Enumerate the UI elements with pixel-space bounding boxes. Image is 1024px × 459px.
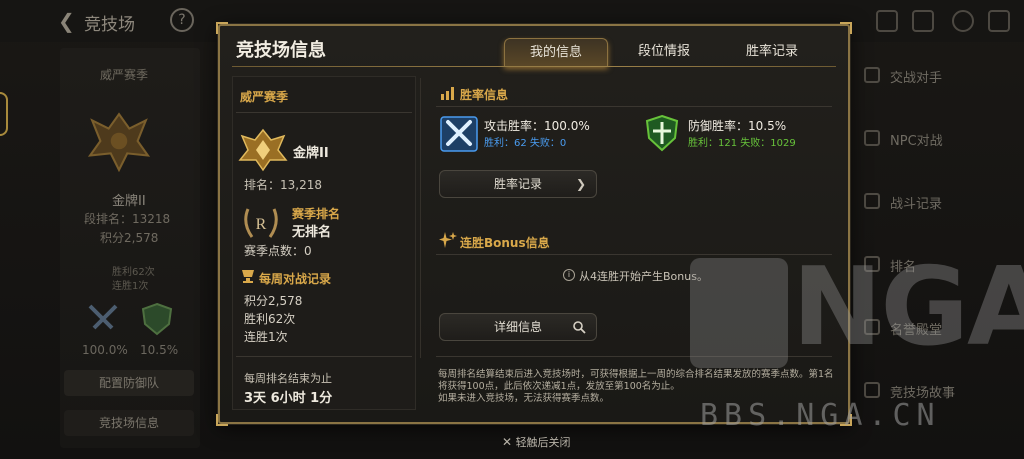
- weekly-score: 积分2,578: [244, 294, 303, 308]
- defense-win-rate: 防御胜率：10.5%: [688, 119, 787, 133]
- tab-tier-info[interactable]: 段位情报: [612, 38, 716, 66]
- tab-win-rate-record[interactable]: 胜率记录: [720, 38, 824, 66]
- chevron-right-icon: ❯: [575, 177, 586, 191]
- background-title: 竞技场: [84, 15, 135, 35]
- watermark-logo: NGA: [792, 245, 1024, 370]
- background-defense-rate: 10.5%: [140, 343, 179, 357]
- weekly-wins: 胜利62次: [244, 312, 296, 326]
- weekly-streak: 连胜1次: [244, 330, 288, 344]
- note-line: 每周排名结算结束后进入竞技场时，可获得根据上一周的综合排名结果发放的赛季点数。第…: [438, 369, 834, 392]
- background-tier: 金牌II: [112, 194, 146, 209]
- win-rate-record-button-label: 胜率记录: [493, 177, 542, 191]
- defense-win-loss: 胜利：121 失败：1029: [688, 138, 796, 149]
- season-points: 赛季点数：0: [244, 244, 312, 258]
- laurel-rank-icon: R: [244, 208, 278, 238]
- close-hint[interactable]: ✕ 轻触后关闭: [502, 434, 571, 450]
- tab-my-info[interactable]: 我的信息: [504, 38, 608, 66]
- modal-title: 竞技场信息: [236, 40, 326, 61]
- menu-item-opponents[interactable]: 交战对手: [890, 67, 942, 86]
- modal-corner-ornament: [216, 414, 228, 426]
- background-score: 积分2,578: [100, 231, 159, 245]
- bonus-title: 连胜Bonus信息: [460, 236, 550, 250]
- divider: [236, 356, 412, 357]
- detail-info-button[interactable]: 详细信息: [439, 313, 597, 341]
- arena-info-button[interactable]: 竞技场信息: [64, 410, 194, 436]
- help-icon[interactable]: ?: [170, 8, 194, 32]
- gold-tier-emblem-icon: [88, 112, 150, 172]
- panel-separator: [420, 78, 421, 358]
- background-streak: 连胜1次: [112, 281, 149, 292]
- modal-corner-ornament: [216, 22, 228, 34]
- win-rate-title: 胜率信息: [460, 88, 509, 102]
- detail-info-button-label: 详细信息: [493, 320, 542, 334]
- watermark-url: BBS.NGA.CN: [700, 398, 941, 433]
- season-rank-label: 赛季排名: [292, 207, 341, 221]
- menu-grid-icon[interactable]: [988, 10, 1010, 32]
- rank-value: 排名：13,218: [244, 178, 322, 192]
- background-attack-rate: 100.0%: [82, 343, 128, 357]
- header-divider: [232, 66, 836, 67]
- nga-paw-logo: [690, 258, 788, 368]
- weekly-record-title: 每周对战记录: [259, 272, 332, 286]
- bar-chart-icon: [441, 87, 454, 100]
- tier-name: 金牌II: [293, 146, 329, 161]
- menu-item-npc-battle[interactable]: NPC对战: [890, 130, 943, 149]
- bonus-note: 从4连胜开始产生Bonus。: [579, 270, 708, 283]
- sparkle-icon: [439, 232, 457, 248]
- background-season: 威严赛季: [100, 68, 149, 82]
- chat-icon[interactable]: [952, 10, 974, 32]
- divider: [236, 112, 412, 113]
- background-rank: 段排名：13218: [84, 212, 171, 226]
- season-rank-value: 无排名: [292, 225, 332, 240]
- weekly-end-countdown: 3天 6小时 1分: [244, 391, 333, 406]
- left-edge-tab[interactable]: [0, 92, 8, 136]
- close-hint-label: 轻触后关闭: [515, 436, 571, 449]
- divider: [436, 254, 832, 255]
- search-icon: [573, 321, 586, 334]
- ranking-icon[interactable]: [876, 10, 898, 32]
- back-arrow-icon[interactable]: ❮: [58, 9, 75, 33]
- divider: [436, 106, 832, 107]
- shield-icon: [141, 302, 173, 336]
- attack-win-loss: 胜利：62 失败：0: [484, 138, 567, 149]
- menu-item-battle-log[interactable]: 战斗记录: [890, 193, 942, 212]
- battle-log-icon: [864, 193, 880, 209]
- configure-defense-button[interactable]: 配置防御队: [64, 370, 194, 396]
- attack-swords-icon: [440, 116, 478, 152]
- story-icon: [864, 382, 880, 398]
- background-wins: 胜利62次: [112, 267, 155, 278]
- attack-win-rate: 攻击胜率：100.0%: [484, 119, 590, 133]
- npc-icon: [864, 130, 880, 146]
- defense-shield-icon: [645, 114, 679, 152]
- info-icon: i: [563, 269, 575, 281]
- versus-icon: [864, 67, 880, 83]
- crossed-swords-icon: [88, 304, 118, 330]
- season-label: 威严赛季: [240, 90, 289, 104]
- modal-corner-ornament: [840, 22, 852, 34]
- close-icon: ✕: [502, 435, 513, 449]
- mail-icon[interactable]: [912, 10, 934, 32]
- win-rate-record-button[interactable]: 胜率记录 ❯: [439, 170, 597, 198]
- weekly-end-label: 每周排名结束为止: [244, 372, 332, 385]
- svg-text:R: R: [256, 216, 267, 233]
- weekly-record-icon: [242, 270, 254, 283]
- gold-tier-emblem-icon: [238, 128, 288, 172]
